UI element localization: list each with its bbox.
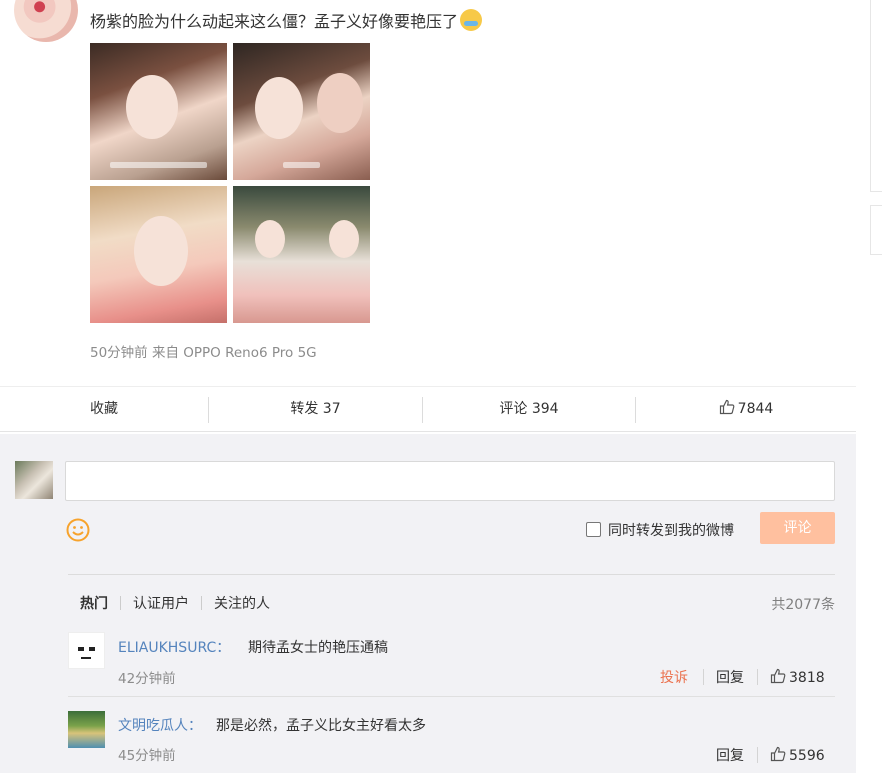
repost-to-my-weibo-checkbox[interactable]: [586, 522, 601, 537]
thumbs-up-icon: [770, 746, 786, 762]
comment-time: 45分钟前: [118, 748, 176, 764]
submit-comment-button[interactable]: 评论: [760, 512, 835, 544]
thumbs-up-icon: [719, 399, 735, 415]
report-button[interactable]: 投诉: [660, 667, 688, 687]
reply-button[interactable]: 回复: [716, 745, 744, 765]
comment-like-button[interactable]: 3818: [770, 668, 825, 686]
comment-text: 期待孟女士的艳压通稿: [248, 640, 388, 656]
weibo-post-card: 杨紫的脸为什么动起来这么僵？孟子义好像要艳压了 50分钟前 来自 OPPO Re…: [0, 0, 856, 773]
divider: [68, 574, 835, 575]
post-text: 杨紫的脸为什么动起来这么僵？孟子义好像要艳压了: [90, 8, 483, 32]
reply-button[interactable]: 回复: [716, 667, 744, 687]
comment-like-count: 5596: [789, 748, 825, 764]
comment-username[interactable]: 文明吃瓜人：: [118, 715, 202, 735]
comment-text: 那是必然，孟子义比女主好看太多: [216, 718, 426, 734]
post-image-3[interactable]: [90, 186, 227, 323]
divider: [68, 696, 835, 697]
like-button[interactable]: 7844: [636, 387, 856, 431]
comment-button[interactable]: 评论 394: [423, 387, 635, 431]
post-image-2[interactable]: [233, 43, 370, 180]
comment-username[interactable]: ELIAUKHSURC：: [118, 637, 230, 657]
like-count: 7844: [737, 401, 774, 417]
post-meta: 50分钟前 来自 OPPO Reno6 Pro 5G: [90, 345, 317, 361]
tab-following[interactable]: 关注的人: [214, 593, 270, 613]
post-image-1[interactable]: [90, 43, 227, 180]
comment-filter-tabs: 热门 认证用户 关注的人: [80, 593, 270, 613]
favorite-button[interactable]: 收藏: [0, 387, 208, 431]
comment-section: 同时转发到我的微博 评论 热门 认证用户 关注的人 共2077条 ELIAUKHSU…: [0, 434, 856, 773]
post-action-bar: 收藏 转发 37 评论 394 7844: [0, 386, 856, 432]
comment-time: 42分钟前: [118, 671, 176, 687]
post-image-4[interactable]: [233, 186, 370, 323]
repost-to-my-weibo-label: 同时转发到我的微博: [608, 523, 734, 539]
post-text-content: 杨紫的脸为什么动起来这么僵？孟子义好像要艳压了: [90, 12, 459, 31]
current-user-avatar: [15, 461, 53, 499]
comment-avatar[interactable]: [68, 711, 105, 748]
comment-input[interactable]: [65, 461, 835, 501]
cry-laugh-icon: [460, 9, 483, 31]
comment-avatar[interactable]: [68, 632, 105, 669]
emoji-picker-icon[interactable]: [66, 518, 90, 542]
repost-label: 转发 37: [290, 401, 341, 417]
comment-label: 评论 394: [499, 401, 559, 417]
tab-hot[interactable]: 热门: [80, 593, 108, 613]
repost-button[interactable]: 转发 37: [209, 387, 422, 431]
comment-like-button[interactable]: 5596: [770, 746, 825, 764]
favorite-label: 收藏: [90, 401, 118, 417]
thumbs-up-icon: [770, 668, 786, 684]
comment-like-count: 3818: [789, 670, 825, 686]
tab-verified-users[interactable]: 认证用户: [133, 593, 189, 613]
poster-avatar[interactable]: [14, 0, 78, 42]
comment-total-count: 共2077条: [771, 597, 835, 613]
